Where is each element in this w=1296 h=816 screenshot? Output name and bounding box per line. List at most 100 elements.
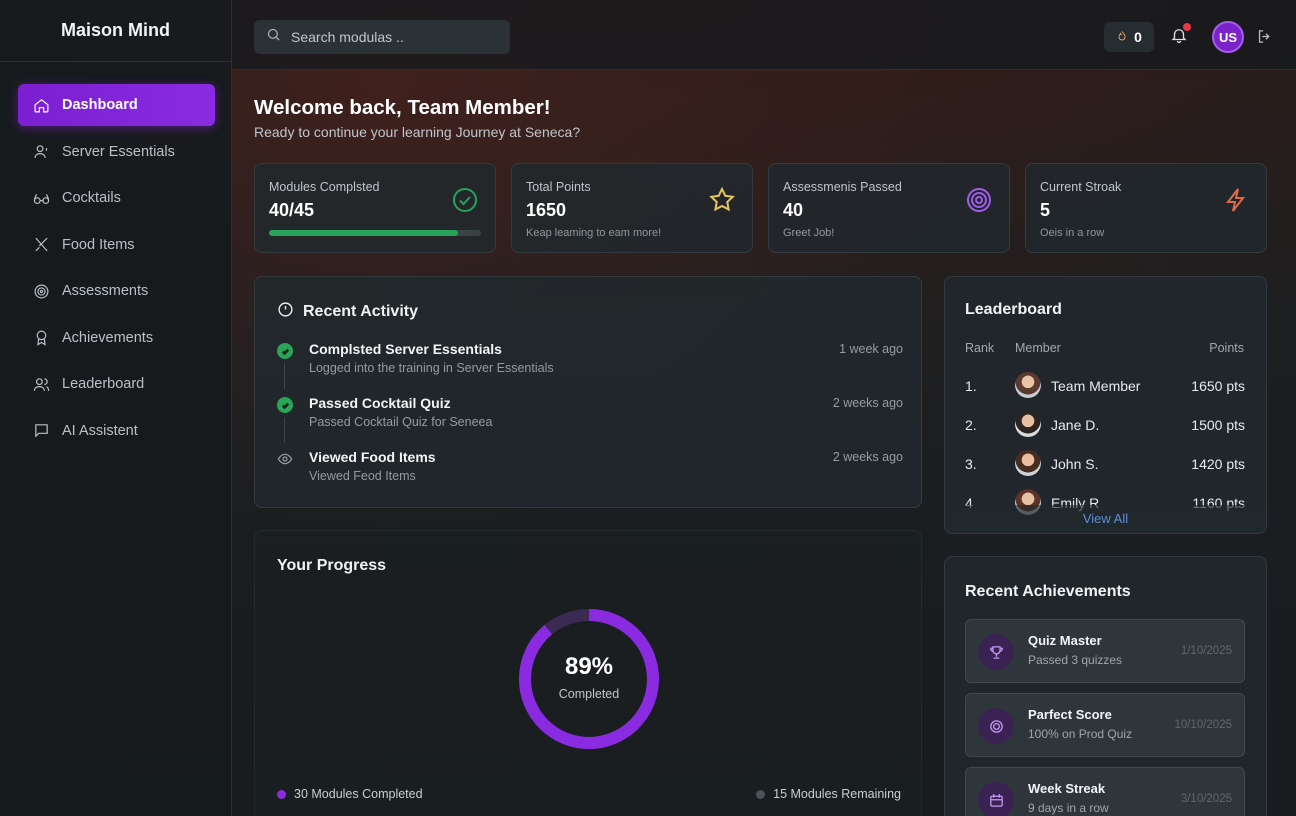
stat-label: Total Points [526,180,591,194]
view-all-link[interactable]: View All [945,511,1266,526]
activity-description: Viewed Feod Items [309,469,416,483]
star-icon [708,186,736,214]
glasses-icon [32,189,50,207]
sidebar-item-achievements[interactable]: Achievements [18,317,215,359]
stat-label: Current Stroak [1040,180,1122,194]
stat-note: Keap leaming to eam more! [526,227,662,239]
stat-card-streak: Current Stroak 5 Oeis in a row [1025,163,1267,253]
column-header-member: Member [1015,341,1061,355]
streak-count: 0 [1134,29,1142,45]
achievement-title: Parfect Score [1028,707,1112,722]
check-icon [277,397,293,413]
sidebar-item-label: Assessments [62,283,149,299]
column-header-rank: Rank [965,341,995,355]
achievement-title: Week Streak [1028,781,1106,796]
stat-note: Greet Job! [783,227,835,239]
achievement-item[interactable]: Parfect Score 100% on Prod Quiz 10/10/20… [965,693,1245,757]
achievement-description: 9 days in a row [1028,801,1109,815]
sidebar-item-leaderboard[interactable]: Leaderboard [18,363,215,405]
target-icon [32,282,50,300]
activity-item[interactable]: Passed Cocktail Quiz Passed Cocktail Qui… [277,391,903,443]
activity-description: Logged into the training in Server Essen… [309,361,554,375]
app-logo[interactable]: Maison Mind [0,0,231,62]
legend-swatch [756,789,766,799]
notifications-button[interactable] [1170,23,1191,46]
stat-value: 1650 [526,200,567,220]
section-title: Your Progress [277,557,387,574]
sidebar-item-ai-assistant[interactable]: AI Assistent [18,410,215,452]
stat-value: 40 [783,200,804,220]
member-points: 1500 pts [1191,417,1245,433]
progress-caption: Completed [558,687,620,701]
rank: 3. [965,456,977,472]
achievement-description: Passed 3 quizzes [1028,653,1123,667]
search-input[interactable] [291,29,491,45]
sidebar-item-cocktails[interactable]: Cocktails [18,177,215,219]
modules-progress-fill [269,230,458,236]
progress-panel: Your Progress 89% Completed 30 Modules C… [254,530,922,816]
utensils-icon [32,236,50,254]
activity-time: 2 weeks ago [832,396,903,410]
home-icon [32,96,50,114]
logout-button[interactable] [1256,28,1273,50]
calendar-icon [978,782,1014,816]
stat-card-modules: Modules Complsted 40/45 [254,163,496,253]
activity-title: Viewed Food Items [309,449,436,465]
user-avatar[interactable]: US [1212,21,1244,53]
chat-icon [32,422,50,440]
achievement-date: 10/10/2025 [1174,719,1232,731]
achievement-item[interactable]: Week Streak 9 days in a row 3/10/2025 [965,767,1245,816]
sidebar: Maison Mind Dashboard Server Essentials … [0,0,232,816]
avatar [1015,372,1041,398]
member-name: Jane D. [1051,417,1100,433]
user-icon [32,143,50,161]
achievement-date: 1/10/2025 [1180,645,1232,657]
sidebar-item-food-items[interactable]: Food Items [18,224,215,266]
activity-time: 2 weeks ago [832,450,903,464]
notification-dot [1183,23,1191,31]
sidebar-item-label: AI Assistent [62,422,138,439]
avatar [1015,411,1041,437]
activity-description: Passed Cocktail Quiz for Seneea [309,415,493,429]
section-title: Leaderboard [965,301,1062,318]
member-points: 1420 pts [1191,456,1245,472]
streak-counter[interactable]: 0 [1104,22,1154,52]
main-content: Welcome back, Team Member! Ready to cont… [232,70,1296,816]
stat-card-assessments: Assessmenis Passed 40 Greet Job! [768,163,1010,253]
trophy-icon [978,634,1014,670]
legend-label: 30 Modules Completed [294,787,423,801]
leaderboard-row[interactable]: 1. Team Member 1650 pts [965,371,1245,401]
section-title: Recent Activity [303,303,418,320]
modules-progress-bar [269,230,481,236]
search-box[interactable] [254,20,510,54]
leaderboard-panel: Leaderboard Rank Member Points 1. Team M… [944,276,1267,534]
stat-value: 40/45 [269,200,315,220]
rank: 2. [965,417,977,433]
column-header-points: Points [1209,341,1244,355]
achievements-panel: Recent Achievements Quiz Master Passed 3… [944,556,1267,816]
target-icon [978,708,1014,744]
leaderboard-row[interactable]: 2. Jane D. 1500 pts [965,410,1245,440]
sidebar-item-dashboard[interactable]: Dashboard [18,84,215,126]
leaderboard-row[interactable]: 3. John S. 1420 pts [965,449,1245,479]
stat-label: Assessmenis Passed [783,180,902,194]
achievement-date: 3/10/2025 [1180,793,1232,805]
bolt-icon [1222,186,1250,214]
activity-item[interactable]: Complsted Server Essentials Logged into … [277,337,903,389]
member-name: Team Member [1051,378,1141,394]
legend-label: 15 Modules Remaining [773,787,901,801]
achievement-item[interactable]: Quiz Master Passed 3 quizzes 1/10/2025 [965,619,1245,683]
progress-percent: 89% [564,653,614,680]
logout-icon [1256,30,1273,49]
award-icon [32,329,50,347]
clock-icon [277,301,294,323]
section-title: Recent Achievements [965,583,1131,600]
sidebar-item-label: Dashboard [62,97,138,113]
sidebar-item-label: Achievements [62,329,154,346]
sidebar-item-assessments[interactable]: Assessments [18,270,215,312]
stat-card-points: Total Points 1650 Keap leaming to eam mo… [511,163,753,253]
activity-item[interactable]: Viewed Food Items Viewed Feod Items 2 we… [277,445,903,495]
avatar [1015,450,1041,476]
sidebar-item-server-essentials[interactable]: Server Essentials [18,131,215,173]
sidebar-item-label: Leaderboard [62,376,145,392]
